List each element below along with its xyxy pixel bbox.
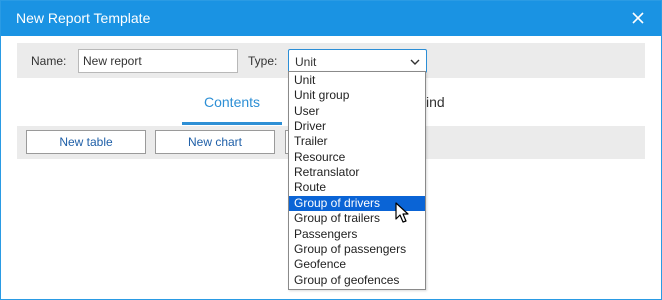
tab-contents[interactable]: Contents: [204, 94, 260, 110]
new-chart-button[interactable]: New chart: [155, 130, 275, 154]
type-option[interactable]: Unit: [289, 73, 425, 88]
tab-partially-hidden[interactable]: ind: [426, 94, 445, 110]
type-option[interactable]: Driver: [289, 119, 425, 134]
type-option[interactable]: Retranslator: [289, 165, 425, 180]
type-select[interactable]: Unit: [288, 49, 427, 73]
type-option[interactable]: Group of trailers: [289, 211, 425, 226]
type-dropdown-list: Unit Unit group User Driver Trailer Resource R…: [288, 71, 426, 290]
type-select-value: Unit: [295, 55, 317, 69]
type-option[interactable]: Passengers: [289, 227, 425, 242]
dialog-title: New Report Template: [16, 10, 151, 26]
type-option[interactable]: Group of drivers: [289, 195, 425, 212]
type-option[interactable]: Unit group: [289, 88, 425, 103]
type-option[interactable]: Group of geofences: [289, 273, 425, 288]
type-label: Type:: [248, 54, 278, 68]
type-option[interactable]: User: [289, 104, 425, 119]
type-option[interactable]: Group of passengers: [289, 242, 425, 257]
dialog-titlebar: New Report Template: [1, 1, 661, 36]
active-tab-indicator: [182, 122, 282, 125]
type-option[interactable]: Trailer: [289, 134, 425, 149]
name-input[interactable]: [78, 49, 238, 73]
type-option[interactable]: Geofence: [289, 257, 425, 272]
new-table-button[interactable]: New table: [26, 130, 146, 154]
close-icon[interactable]: [631, 11, 645, 25]
name-label: Name:: [31, 54, 67, 68]
chevron-down-icon: [410, 59, 420, 65]
type-option[interactable]: Route: [289, 180, 425, 195]
type-option[interactable]: Resource: [289, 150, 425, 165]
